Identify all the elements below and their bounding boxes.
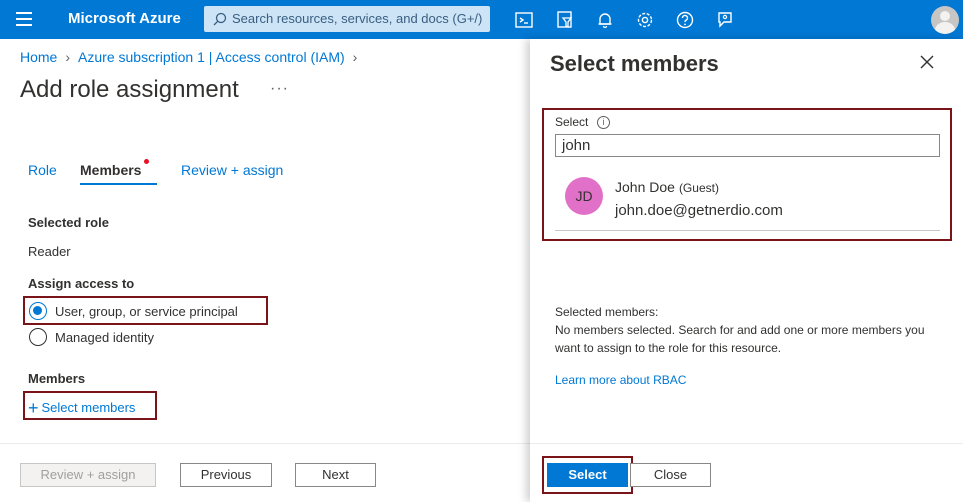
select-members-link[interactable]: + Select members (28, 398, 135, 419)
search-placeholder: Search resources, services, and docs (G+… (232, 11, 483, 26)
selected-members-heading: Selected members: (555, 305, 659, 319)
hamburger-menu-icon[interactable] (16, 12, 32, 26)
close-button[interactable]: Close (630, 463, 711, 487)
more-options-icon[interactable]: ··· (270, 80, 289, 98)
directory-filter-icon[interactable] (554, 9, 576, 31)
selected-role-value: Reader (28, 244, 71, 259)
select-members-panel: Select members Select i john JD John Doe… (530, 39, 963, 502)
account-avatar[interactable] (931, 6, 959, 34)
tab-review-assign[interactable]: Review + assign (181, 162, 283, 178)
panel-footer-divider (530, 443, 963, 444)
search-input[interactable]: Search resources, services, and docs (G+… (204, 6, 490, 32)
select-label: Select (555, 115, 589, 129)
settings-icon[interactable] (634, 9, 656, 31)
brand-title[interactable]: Microsoft Azure (68, 10, 181, 27)
radio-user-group-label[interactable]: User, group, or service principal (55, 304, 238, 319)
selected-members-empty-text: No members selected. Search for and add … (555, 323, 925, 355)
selected-role-label: Selected role (28, 215, 109, 230)
radio-managed-identity-label[interactable]: Managed identity (55, 330, 154, 345)
learn-more-link[interactable]: Learn more about RBAC (555, 373, 686, 387)
members-label: Members (28, 371, 86, 386)
breadcrumb-iam[interactable]: Azure subscription 1 | Access control (I… (78, 49, 345, 65)
assign-access-label: Assign access to (28, 276, 135, 291)
select-button[interactable]: Select (547, 463, 628, 487)
panel-title: Select members (550, 51, 719, 76)
cloud-shell-icon[interactable] (513, 9, 535, 31)
review-assign-button[interactable]: Review + assign (20, 463, 156, 487)
required-indicator-icon (144, 159, 149, 164)
guest-tag: (Guest) (678, 181, 719, 195)
chevron-right-icon: › (352, 49, 358, 65)
tab-members[interactable]: Members (80, 162, 141, 178)
top-bar: Microsoft Azure Search resources, servic… (0, 0, 963, 39)
chevron-right-icon: › (65, 49, 71, 65)
feedback-icon[interactable] (714, 9, 736, 31)
radio-managed-identity[interactable] (29, 328, 47, 346)
user-name[interactable]: John Doe (Guest) (615, 179, 719, 195)
notifications-icon[interactable] (594, 9, 616, 31)
next-button[interactable]: Next (295, 463, 376, 487)
result-divider (555, 230, 940, 231)
close-icon[interactable] (920, 55, 934, 69)
info-icon[interactable]: i (597, 116, 610, 129)
previous-button[interactable]: Previous (180, 463, 272, 487)
plus-icon: + (28, 398, 39, 418)
user-email[interactable]: john.doe@getnerdio.com (615, 202, 783, 219)
tab-role[interactable]: Role (28, 162, 57, 178)
radio-user-group[interactable] (29, 302, 47, 320)
help-icon[interactable] (674, 9, 696, 31)
avatar[interactable]: JD (565, 177, 603, 215)
breadcrumb: Home › Azure subscription 1 | Access contr… (20, 49, 365, 65)
search-icon (213, 12, 227, 26)
member-search-input[interactable]: john (555, 134, 940, 157)
footer-divider (0, 443, 530, 444)
breadcrumb-home[interactable]: Home (20, 49, 57, 65)
active-tab-underline (80, 183, 157, 185)
page-title: Add role assignment (20, 76, 239, 103)
